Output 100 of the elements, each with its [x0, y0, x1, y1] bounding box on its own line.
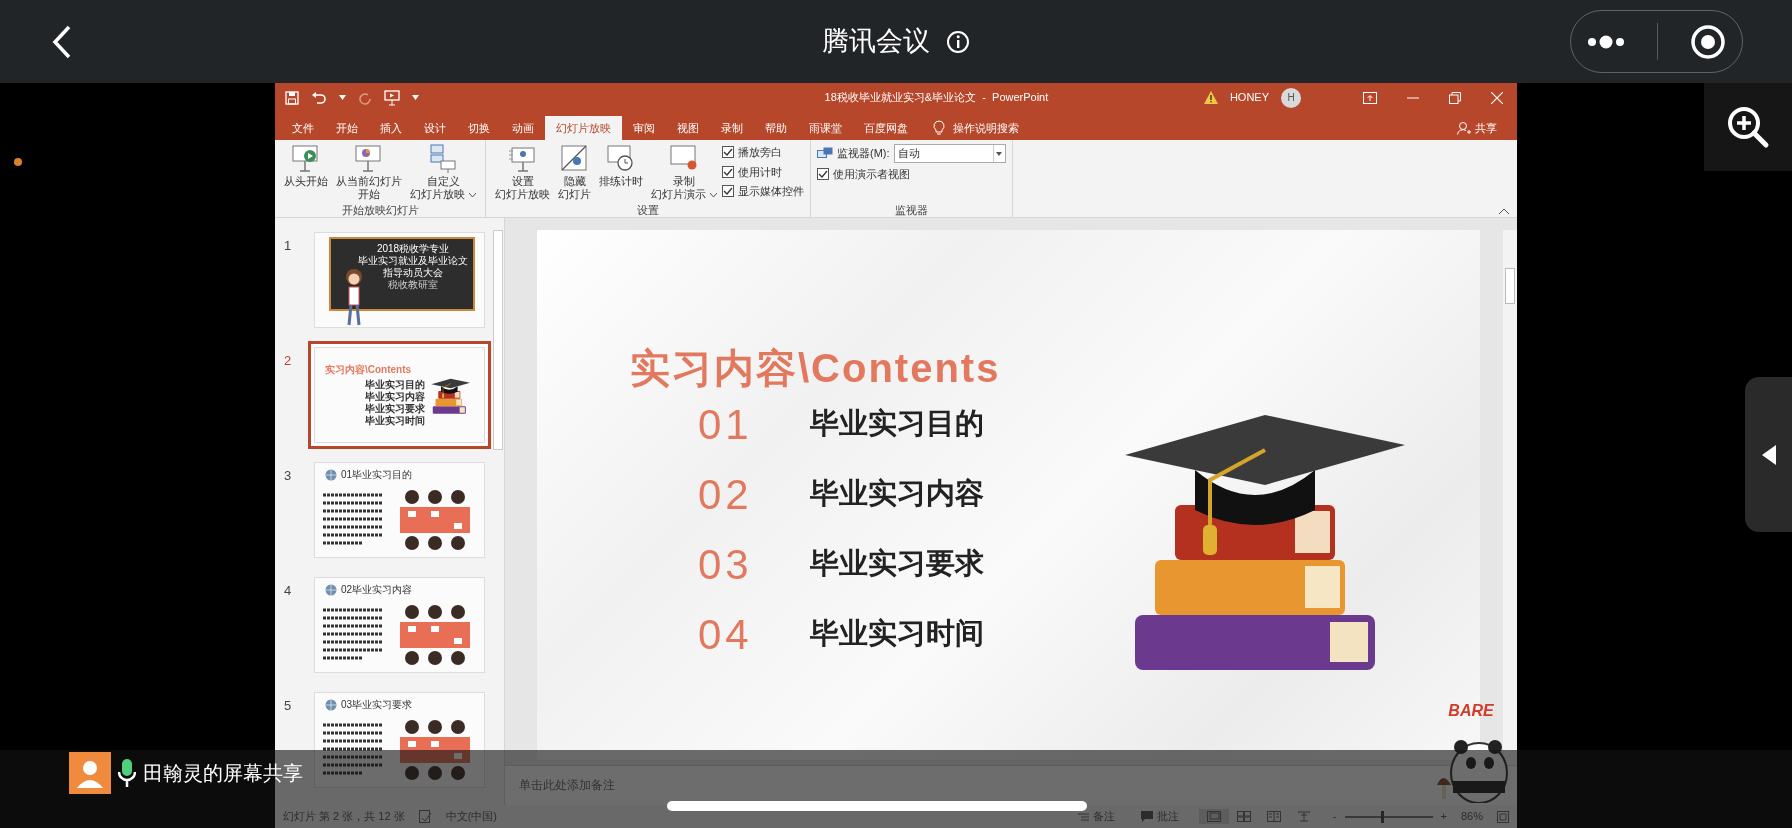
- group-label: 设置: [636, 203, 660, 218]
- checkbox[interactable]: [722, 165, 734, 178]
- comment-icon: [1140, 811, 1153, 822]
- share-button[interactable]: 共享: [1451, 116, 1503, 140]
- spell-check-icon[interactable]: [418, 810, 432, 823]
- text-lines-drawing: [323, 721, 383, 777]
- checkbox[interactable]: [817, 168, 829, 181]
- ribbon-tab[interactable]: 切换: [457, 116, 501, 140]
- ribbon-tab[interactable]: 插入: [369, 116, 413, 140]
- item-text: 毕业实习内容: [810, 476, 984, 512]
- cartoon-girl-drawing: [343, 267, 365, 327]
- field-label: 监视器(M):: [837, 146, 890, 162]
- meeting-table-drawing: [400, 602, 470, 668]
- microphone-icon: [118, 758, 136, 788]
- scrollbar-thumb[interactable]: [493, 230, 503, 450]
- ribbon-tab[interactable]: 审阅: [622, 116, 666, 140]
- slide-text: 实习内容\Contents: [325, 364, 413, 376]
- slide-thumbnail[interactable]: 实习内容\Contents 毕业实习目的 毕业实习内容 毕业实习要求 毕业实习时间: [308, 341, 491, 449]
- slide-text: 毕业实习时间: [364, 415, 425, 427]
- globe-icon: [325, 699, 337, 711]
- slide-text: 01毕业实习目的: [341, 469, 413, 481]
- ribbon-tab[interactable]: 视图: [666, 116, 710, 140]
- item-number: 02: [697, 469, 754, 520]
- item-number: 03: [697, 539, 754, 590]
- notes-icon: [1077, 811, 1089, 822]
- checkbox[interactable]: [722, 146, 734, 159]
- banner-text: 田翰灵的屏幕共享: [143, 761, 303, 786]
- checkbox-label: 显示媒体控件: [738, 184, 804, 199]
- slide-list-icon: [427, 143, 459, 175]
- monitor-icon: [817, 147, 833, 160]
- zoom-in-button[interactable]: [1704, 83, 1792, 171]
- ribbon-button[interactable]: 录制 幻灯片演示: [648, 142, 720, 203]
- item-number: 01: [697, 399, 754, 450]
- sticker-logo: BARE: [1448, 701, 1494, 721]
- window-title: 18税收毕业就业实习&毕业论文 - PowerPoint: [823, 90, 1050, 106]
- slide-text: 2018税收学专业: [375, 243, 451, 255]
- restore-icon[interactable]: [1449, 91, 1461, 104]
- slide-number: 3: [284, 467, 293, 485]
- ribbon-tab[interactable]: 动画: [501, 116, 545, 140]
- user-name: HONEY: [1229, 90, 1269, 106]
- save-icon[interactable]: [285, 90, 299, 105]
- globe-icon: [325, 584, 337, 596]
- ribbon-tab[interactable]: 雨课堂: [798, 116, 853, 140]
- zoom-in-icon: [1726, 105, 1770, 149]
- checkbox[interactable]: [722, 185, 734, 198]
- slide-number: 5: [284, 697, 293, 715]
- ribbon-tab[interactable]: 开始: [325, 116, 369, 140]
- slide-text: 02毕业实习内容: [341, 584, 413, 596]
- ribbon-button[interactable]: 排练计时: [596, 142, 646, 190]
- warning-icon: [1203, 91, 1218, 104]
- back-icon[interactable]: [52, 24, 72, 59]
- ribbon-button[interactable]: 隐藏 幻灯片: [555, 142, 594, 203]
- item-text: 毕业实习时间: [810, 616, 984, 652]
- ribbon-button[interactable]: 自定义 幻灯片放映: [407, 142, 479, 203]
- scrollbar-thumb[interactable]: [1505, 268, 1515, 304]
- caret-icon[interactable]: [412, 95, 419, 100]
- slide-title: 实习内容\Contents: [630, 348, 1002, 388]
- ribbon-tab[interactable]: 文件: [281, 116, 325, 140]
- slideshow-view-icon: [1296, 811, 1311, 822]
- collapse-ribbon-icon[interactable]: [1499, 208, 1509, 214]
- group-label: 开始放映幻灯片: [340, 203, 420, 218]
- caret-icon[interactable]: [339, 95, 346, 100]
- ribbon-button[interactable]: 从当前幻灯片 开始: [333, 142, 405, 203]
- text-lines-drawing: [323, 491, 383, 547]
- reading-view-icon: [1266, 811, 1281, 822]
- slider-thumb[interactable]: [1381, 810, 1385, 823]
- status-dot: [14, 158, 22, 166]
- info-icon[interactable]: [946, 29, 970, 54]
- checkbox-label: 使用计时: [738, 164, 782, 180]
- caret-icon: [996, 151, 1003, 156]
- avatar-icon: [69, 752, 111, 794]
- slide-text: 税收教研室: [387, 279, 439, 291]
- checkbox-label: 播放旁白: [738, 145, 782, 160]
- side-panel-tab[interactable]: [1745, 377, 1792, 532]
- ribbon-tab[interactable]: 帮助: [754, 116, 798, 140]
- ribbon-button[interactable]: 从头开始: [281, 142, 331, 190]
- ribbon-tab[interactable]: 录制: [710, 116, 754, 140]
- meeting-table-drawing: [400, 717, 470, 783]
- grid-view-icon: [1236, 811, 1251, 822]
- slide-text: 03毕业实习要求: [341, 699, 413, 711]
- item-text: 毕业实习要求: [810, 546, 984, 582]
- ribbon-button[interactable]: 设置 幻灯片放映: [492, 142, 553, 203]
- slide-text: 毕业实习就业及毕业论文: [357, 255, 469, 267]
- ribbon-tab[interactable]: 设计: [413, 116, 457, 140]
- ribbon-tab[interactable]: 百度网盘: [853, 116, 919, 140]
- ribbon-tab[interactable]: 幻灯片放映: [545, 116, 622, 140]
- circle-dot-icon[interactable]: [1690, 23, 1726, 60]
- more-icon[interactable]: [1587, 34, 1625, 49]
- ribbon-display-icon[interactable]: [1363, 91, 1377, 104]
- slide-text: 指导动员大会: [382, 267, 444, 279]
- undo-icon[interactable]: [311, 90, 327, 105]
- meeting-table-drawing: [400, 487, 470, 553]
- presentation-icon[interactable]: [384, 89, 400, 106]
- window-title: 腾讯会议: [822, 25, 930, 59]
- slide-text: 毕业实习要求: [364, 403, 425, 415]
- monitor-dropdown[interactable]: 自动: [893, 144, 1006, 163]
- close-icon[interactable]: [1491, 91, 1503, 104]
- tell-me-search[interactable]: 操作说明搜索: [953, 119, 1019, 137]
- group-label: 监视器: [893, 203, 929, 217]
- user-avatar[interactable]: H: [1281, 87, 1301, 108]
